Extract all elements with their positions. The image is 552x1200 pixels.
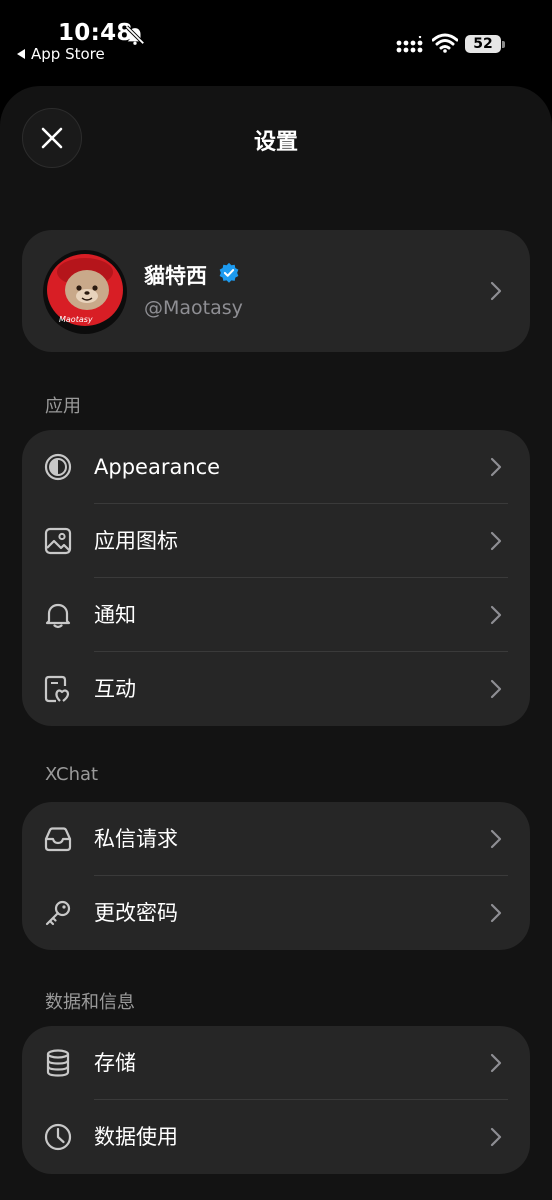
- battery-icon: 52: [465, 35, 501, 53]
- settings-item-label: 更改密码: [94, 901, 178, 925]
- section-label-app: 应用: [45, 396, 81, 417]
- settings-item-label: 应用图标: [94, 529, 178, 553]
- chevron-right-icon: [490, 457, 502, 477]
- settings-item-data-usage[interactable]: 数据使用: [22, 1100, 530, 1174]
- bell-slash-icon: [125, 25, 145, 45]
- settings-item-app-icon[interactable]: 应用图标: [22, 504, 530, 578]
- chevron-right-icon: [490, 1127, 502, 1147]
- chevron-right-icon: [490, 1053, 502, 1073]
- database-icon: [46, 1049, 70, 1077]
- profile-name: 貓特西: [144, 264, 207, 288]
- signal-icon: [396, 36, 423, 53]
- inbox-icon: [44, 827, 72, 852]
- battery-nub: [502, 41, 505, 48]
- clock-icon: [44, 1123, 72, 1151]
- xchat-settings-card: 私信请求 更改密码: [22, 802, 530, 950]
- back-app-label: App Store: [31, 45, 105, 63]
- settings-item-label: 存储: [94, 1051, 136, 1075]
- back-arrow-icon: [17, 49, 25, 59]
- settings-item-label: Appearance: [94, 455, 221, 479]
- settings-item-label: 数据使用: [94, 1125, 178, 1149]
- chevron-right-icon: [490, 281, 502, 301]
- chevron-right-icon: [490, 829, 502, 849]
- wifi-icon: [432, 33, 458, 53]
- app-settings-card: Appearance 应用图标 通知 互动: [22, 430, 530, 726]
- data-settings-card: 存储 数据使用: [22, 1026, 530, 1174]
- settings-item-label: 通知: [94, 603, 136, 627]
- settings-item-message-requests[interactable]: 私信请求: [22, 802, 530, 876]
- interaction-icon: [44, 675, 70, 703]
- settings-item-label: 私信请求: [94, 827, 178, 851]
- settings-item-change-password[interactable]: 更改密码: [22, 876, 530, 950]
- page-title: 设置: [253, 130, 298, 155]
- profile-handle: @Maotasy: [144, 297, 243, 319]
- avatar-text: Maotasy: [59, 315, 93, 324]
- chevron-right-icon: [490, 605, 502, 625]
- settings-item-appearance[interactable]: Appearance: [22, 430, 530, 504]
- bell-icon: [45, 603, 71, 629]
- settings-sheet: 设置 Maotasy 貓特西 @Maotasy 应用 Appearance 应用…: [0, 86, 552, 1200]
- key-icon: [45, 900, 71, 926]
- chevron-right-icon: [490, 679, 502, 699]
- status-time: 10:48: [58, 20, 133, 46]
- section-label-data: 数据和信息: [45, 992, 135, 1013]
- section-label-xchat: XChat: [45, 764, 99, 785]
- image-icon: [44, 527, 72, 555]
- profile-card[interactable]: Maotasy 貓特西 @Maotasy: [22, 230, 530, 352]
- avatar: Maotasy: [43, 250, 127, 334]
- status-bar: 10:48 App Store 52: [0, 0, 552, 86]
- chevron-right-icon: [490, 903, 502, 923]
- verified-badge-icon: [219, 262, 239, 283]
- settings-item-interactions[interactable]: 互动: [22, 652, 530, 726]
- back-to-app-store[interactable]: App Store: [17, 45, 105, 63]
- appearance-icon: [44, 453, 72, 481]
- chevron-right-icon: [490, 531, 502, 551]
- settings-item-storage[interactable]: 存储: [22, 1026, 530, 1100]
- settings-item-notifications[interactable]: 通知: [22, 578, 530, 652]
- settings-item-label: 互动: [94, 677, 136, 701]
